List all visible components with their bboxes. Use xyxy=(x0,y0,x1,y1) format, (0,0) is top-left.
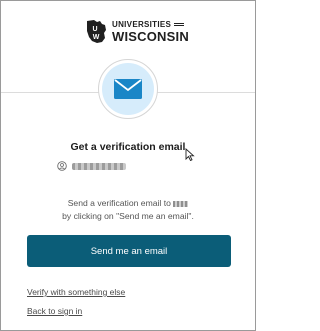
back-to-sign-in-link[interactable]: Back to sign in xyxy=(27,306,82,316)
send-me-an-email-button[interactable]: Send me an email xyxy=(27,235,231,267)
instruction-line-2: by clicking on "Send me an email". xyxy=(62,211,194,221)
logo-universities-text: UNIVERSITIES xyxy=(112,20,172,29)
mouse-pointer-icon xyxy=(185,147,195,166)
verify-with-something-else-link[interactable]: Verify with something else xyxy=(27,287,125,297)
logo-of-mark xyxy=(174,23,185,27)
instruction-line-1: Send a verification email to xyxy=(67,198,171,208)
envelope-icon xyxy=(114,79,142,99)
factor-icon-badge xyxy=(98,59,158,119)
logo-wisconsin-text: WISCONSIN xyxy=(112,29,189,44)
user-identifier xyxy=(57,161,126,171)
wisconsin-state-logo-icon: U W xyxy=(84,19,108,45)
redacted-email xyxy=(173,200,189,207)
redacted-username xyxy=(72,162,126,170)
universities-of-wisconsin-logo: U W UNIVERSITIES WISCONSIN xyxy=(84,19,189,45)
page-title: Get a verification email xyxy=(70,141,186,153)
person-circle-icon xyxy=(57,161,67,171)
instruction-text: Send a verification email to by clicking… xyxy=(1,197,255,223)
sign-in-widget: U W UNIVERSITIES WISCONSIN Get a verific… xyxy=(0,0,256,331)
svg-text:U: U xyxy=(92,26,97,33)
svg-text:W: W xyxy=(93,34,100,41)
